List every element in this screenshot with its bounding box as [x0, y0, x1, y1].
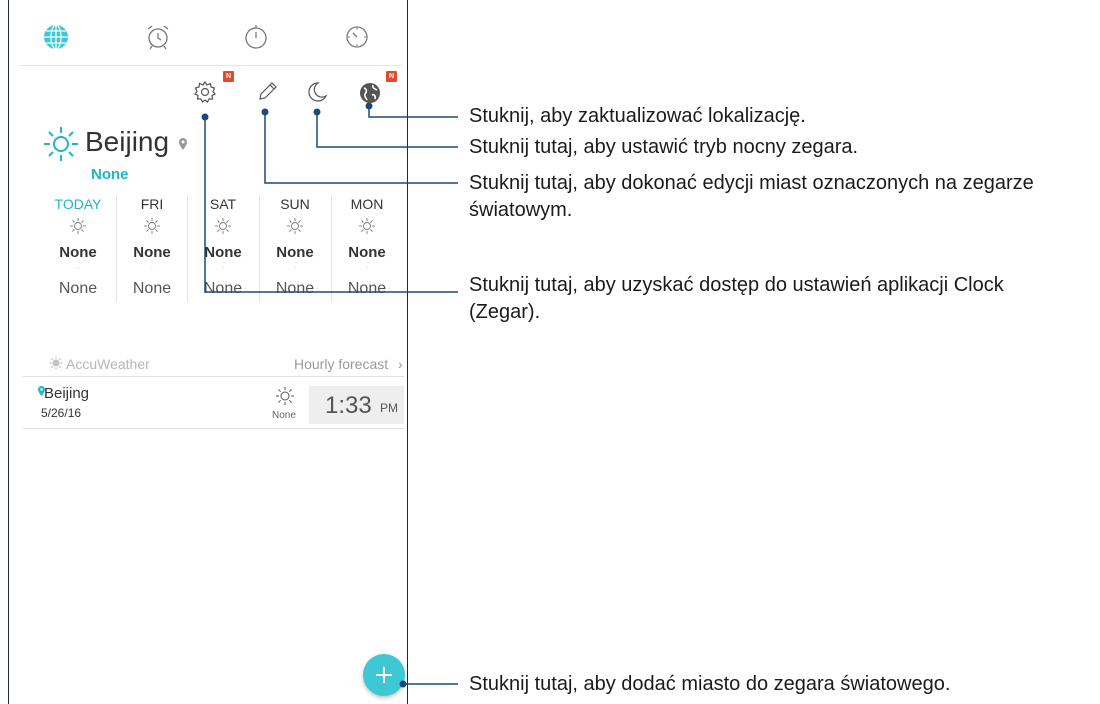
stopwatch-icon	[245, 25, 267, 49]
forecast-separator	[331, 196, 332, 302]
forecast-temp: None	[58, 280, 98, 297]
callout-edit-text-line2: światowym.	[469, 199, 573, 221]
callout-location-text: Stuknij, aby zaktualizować lokalizację.	[469, 105, 806, 127]
forecast-day: SUN None · None	[262, 194, 328, 306]
callout-settings-text-line2: (Zegar).	[469, 301, 541, 323]
sun-icon	[44, 127, 78, 161]
forecast-day: TODAY None · None	[45, 194, 111, 306]
chevron-right-icon: ›	[398, 356, 403, 372]
city-name: Beijing	[85, 126, 170, 157]
forecast-day-name: FRI	[140, 196, 164, 212]
phone-screen: N N Beijing None TODAY None · None FRI N…	[8, 0, 408, 704]
row-condition: None	[272, 410, 296, 421]
forecast-divider-dot: ·	[293, 263, 297, 272]
globe-icon	[44, 24, 68, 50]
time-value: 1:33	[325, 392, 372, 419]
forecast-condition: None	[133, 244, 171, 261]
forecast-day: MON None · None	[334, 194, 400, 306]
moon-icon	[308, 82, 328, 102]
list-divider	[23, 428, 404, 429]
forecast-temp: None	[347, 280, 387, 297]
add-city-button[interactable]	[363, 654, 405, 696]
edit-cities-button[interactable]	[254, 78, 280, 104]
accuweather-sun-icon	[49, 356, 63, 370]
row-city-name: Beijing	[44, 385, 90, 402]
tabs-divider	[19, 65, 402, 66]
location-new-badge: N	[386, 71, 397, 82]
sun-icon	[70, 218, 86, 234]
sun-icon	[215, 218, 231, 234]
tab-alarm[interactable]	[143, 22, 173, 52]
sun-icon	[287, 218, 303, 234]
update-location-button[interactable]	[357, 80, 383, 106]
time-display: 1:33 PM	[309, 386, 404, 424]
forecast-day-name: SUN	[280, 196, 310, 212]
callout-add-city-text: Stuknij tutaj, aby dodać miasto do zegar…	[469, 673, 951, 695]
forecast-strip: TODAY None · None FRI None · None SAT No…	[45, 194, 405, 306]
time-ampm: PM	[380, 401, 398, 415]
forecast-day: FRI None · None	[119, 194, 185, 306]
tab-timer[interactable]	[342, 22, 372, 52]
forecast-day-name: TODAY	[54, 196, 102, 212]
forecast-condition: None	[348, 244, 386, 261]
forecast-day-name: MON	[350, 196, 384, 212]
tab-stopwatch[interactable]	[241, 22, 271, 52]
forecast-divider-dot: ·	[150, 263, 154, 272]
forecast-separator	[116, 196, 117, 302]
forecast-divider-dot: ·	[221, 263, 225, 272]
forecast-condition: None	[204, 244, 242, 261]
location-pin-icon	[179, 138, 187, 150]
forecast-separator	[187, 196, 188, 302]
forecast-day: SAT None · None	[190, 194, 256, 306]
sun-icon	[359, 218, 375, 234]
settings-new-badge: N	[223, 71, 234, 82]
city-condition: None	[91, 166, 129, 183]
tab-world-clock[interactable]	[41, 22, 71, 52]
callout-night-text: Stuknij tutaj, aby ustawić tryb nocny ze…	[469, 136, 859, 158]
list-divider	[23, 376, 404, 377]
forecast-divider-dot: ·	[76, 263, 80, 272]
globe-location-icon	[360, 83, 380, 103]
gear-icon	[194, 80, 216, 103]
hourly-forecast-link[interactable]: Hourly forecast	[294, 356, 388, 372]
pencil-icon	[259, 82, 277, 100]
forecast-condition: None	[276, 244, 314, 261]
forecast-temp: None	[203, 280, 243, 297]
tab-bar	[9, 22, 406, 62]
callout-edit-text-line1: Stuknij tutaj, aby dokonać edycji miast …	[469, 172, 1034, 194]
forecast-separator	[259, 196, 260, 302]
accuweather-logo-text: AccuWeather	[66, 356, 150, 372]
night-mode-button[interactable]	[304, 79, 330, 105]
forecast-day-name: SAT	[209, 196, 237, 212]
timer-icon	[346, 26, 368, 48]
forecast-divider-dot: ·	[365, 263, 369, 272]
callout-settings-text-line1: Stuknij tutaj, aby uzyskać dostęp do ust…	[469, 274, 1004, 296]
forecast-temp: None	[132, 280, 172, 297]
alarm-clock-icon	[147, 25, 169, 50]
plus-icon	[376, 667, 392, 683]
row-date: 5/26/16	[41, 406, 82, 420]
sun-icon	[276, 387, 294, 405]
sun-icon	[144, 218, 160, 234]
settings-button[interactable]	[192, 79, 218, 105]
forecast-condition: None	[59, 244, 97, 261]
forecast-temp: None	[275, 280, 315, 297]
